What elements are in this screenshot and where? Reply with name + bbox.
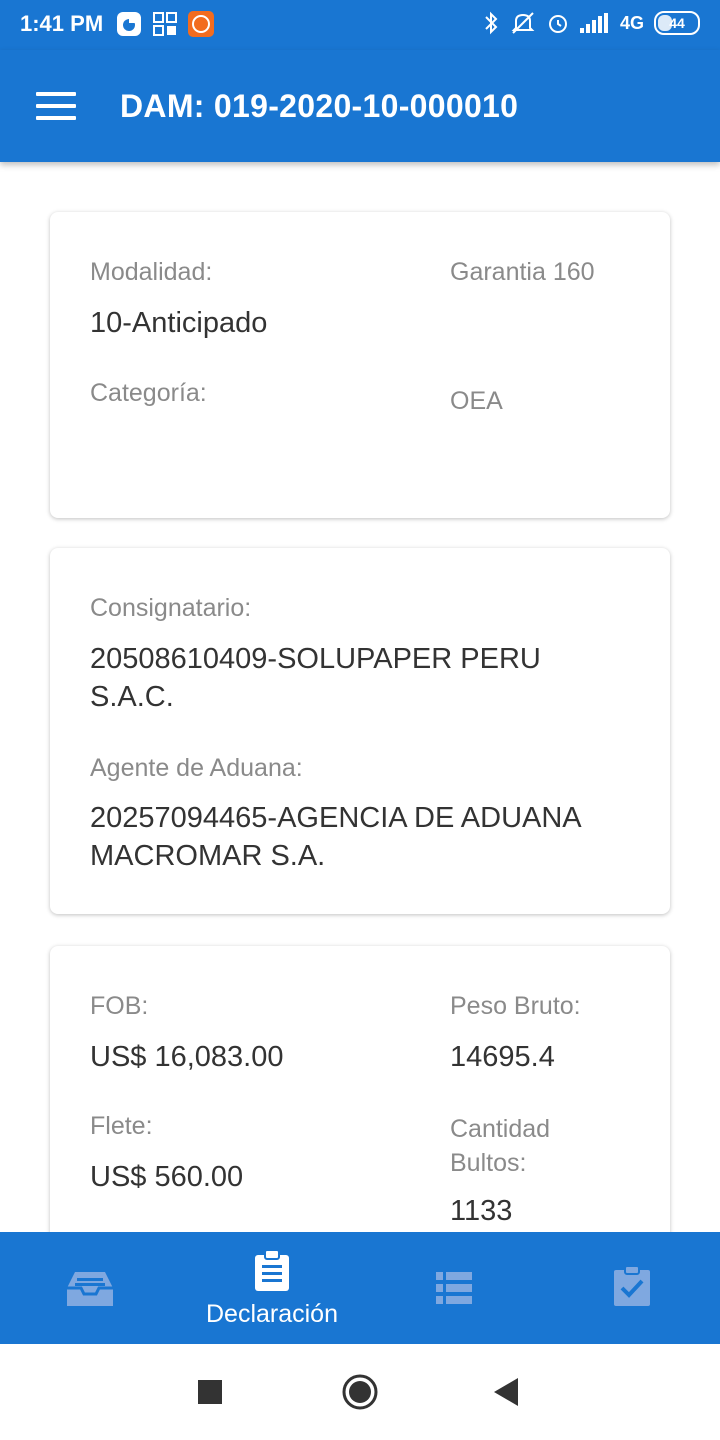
app-notification-icon <box>188 11 214 37</box>
agente-label: Agente de Aduana: <box>90 754 303 782</box>
apps-grid-icon <box>153 12 177 36</box>
agente-value: 20257094465-AGENCIA DE ADUANA MACROMAR S… <box>90 802 581 872</box>
alarm-icon <box>548 15 567 33</box>
status-bar: 1:41 PM 4G 44 <box>0 0 720 50</box>
nav-item-list[interactable] <box>364 1232 544 1344</box>
peso-bruto-label: Peso Bruto: <box>450 992 581 1020</box>
card-valores: FOB: US$ 16,083.00 Peso Bruto: 14695.4 F… <box>50 946 670 1232</box>
fob-label: FOB: <box>90 992 149 1020</box>
system-navigation-bar <box>0 1344 720 1440</box>
signal-icon <box>579 13 608 33</box>
nav-item-checklist[interactable] <box>542 1232 720 1344</box>
status-notifications <box>116 11 214 37</box>
back-button[interactable] <box>494 1378 520 1406</box>
garantia-value: Garantia 160 <box>450 258 595 286</box>
categoria-value: OEA <box>450 387 503 415</box>
recent-apps-button[interactable] <box>198 1380 222 1404</box>
nav-item-inbox[interactable] <box>0 1232 180 1344</box>
inbox-icon <box>67 1272 113 1306</box>
peso-bruto-value: 14695.4 <box>450 1041 555 1073</box>
status-system-icons: 4G 44 <box>482 11 700 35</box>
bultos-value: 1133 <box>450 1195 513 1227</box>
page-title: DAM: 019-2020-10-000010 <box>120 88 519 124</box>
consignatario-value: 20508610409-SOLUPAPER PERU S.A.C. <box>90 643 541 713</box>
battery-icon: 44 <box>654 11 700 35</box>
status-time: 1:41 PM <box>20 11 104 36</box>
fob-value: US$ 16,083.00 <box>90 1041 284 1073</box>
list-icon <box>436 1272 472 1304</box>
card-consignatario: Consignatario: 20508610409-SOLUPAPER PER… <box>50 548 670 914</box>
nav-label-declaracion: Declaración <box>205 1300 338 1328</box>
browser-icon <box>117 12 141 36</box>
nav-item-declaracion[interactable]: Declaración <box>182 1232 362 1344</box>
menu-icon[interactable] <box>36 92 76 120</box>
clipboard-icon <box>255 1250 289 1291</box>
flete-label: Flete: <box>90 1112 153 1140</box>
modalidad-value: 10-Anticipado <box>90 307 268 339</box>
network-type: 4G <box>619 12 644 33</box>
battery-level: 44 <box>669 15 685 31</box>
clipboard-check-icon <box>614 1266 650 1306</box>
app-bar: DAM: 019-2020-10-000010 <box>0 50 720 162</box>
bottom-navigation: Declaración <box>0 1232 720 1344</box>
main-content[interactable]: Modalidad: 10-Anticipado Garantia 160 Ca… <box>0 162 720 1232</box>
categoria-label: Categoría: <box>90 379 207 407</box>
flete-value: US$ 560.00 <box>90 1161 244 1193</box>
home-button[interactable] <box>342 1374 378 1410</box>
bluetooth-icon <box>485 11 498 35</box>
card-modalidad: Modalidad: 10-Anticipado Garantia 160 Ca… <box>50 212 670 518</box>
bultos-label: Cantidad Bultos: <box>450 1115 551 1177</box>
mute-icon <box>511 12 535 34</box>
consignatario-label: Consignatario: <box>90 594 252 622</box>
modalidad-label: Modalidad: <box>90 258 213 286</box>
